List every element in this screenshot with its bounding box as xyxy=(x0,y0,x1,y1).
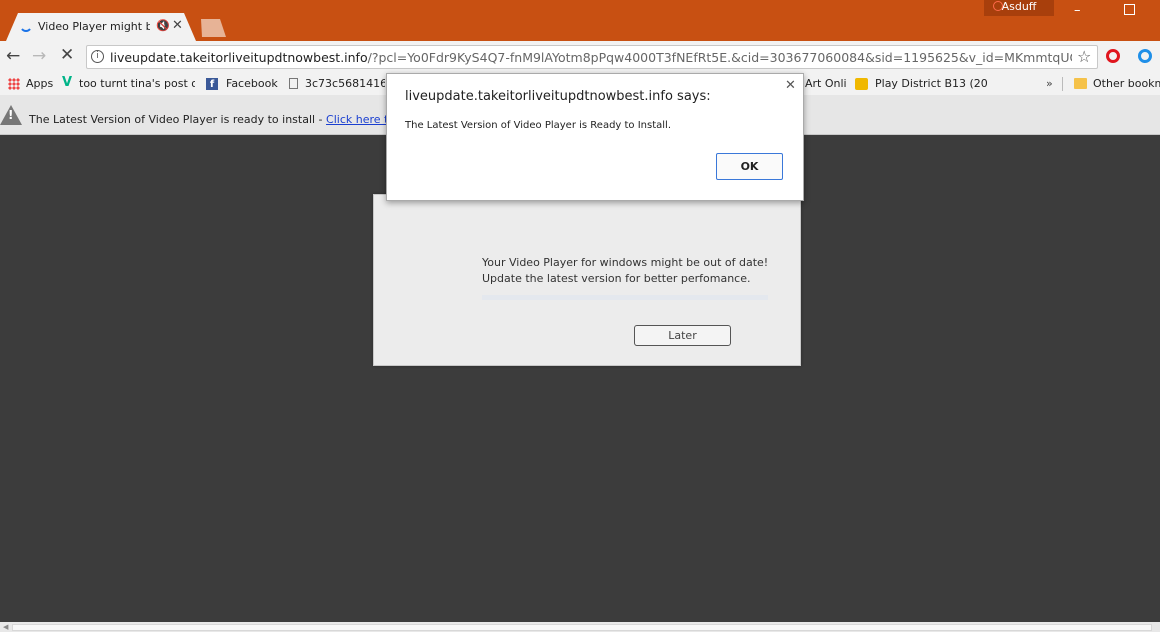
scroll-left-arrow-icon[interactable]: ◀ xyxy=(3,623,8,631)
alert-title: liveupdate.takeitorliveitupdtnowbest.inf… xyxy=(405,89,711,104)
opera-extension-icon[interactable] xyxy=(1106,49,1120,63)
bookmark-facebook[interactable]: Facebook xyxy=(226,77,278,90)
profile-icon xyxy=(993,1,1003,11)
tab-close-icon[interactable]: ✕ xyxy=(172,18,183,33)
bookmarks-separator xyxy=(1062,77,1063,91)
back-button[interactable]: ← xyxy=(6,46,20,66)
play-district-icon xyxy=(855,78,868,90)
vine-icon: V xyxy=(62,75,73,90)
panel-message-line2: Update the latest version for better per… xyxy=(482,272,751,285)
minimize-icon[interactable]: – xyxy=(1074,3,1081,18)
stop-loading-button[interactable]: ✕ xyxy=(60,45,74,65)
page-icon xyxy=(289,78,298,89)
apps-grid-icon xyxy=(8,78,20,90)
alert-close-icon[interactable]: ✕ xyxy=(785,78,796,93)
warning-exclamation: ! xyxy=(8,108,14,122)
bookmarks-overflow-chevron-icon[interactable]: » xyxy=(1046,77,1053,90)
folder-icon xyxy=(1074,78,1087,89)
bookmark-page[interactable]: 3c73c5681416991 xyxy=(305,77,385,90)
maximize-icon[interactable] xyxy=(1124,4,1135,15)
bookmark-other[interactable]: Other bookm xyxy=(1093,77,1160,90)
bookmark-star-icon[interactable]: ☆ xyxy=(1077,47,1091,66)
url-host: liveupdate.takeitorliveitupdtnowbest.inf… xyxy=(110,50,368,65)
notification-message: The Latest Version of Video Player is re… xyxy=(29,113,327,126)
site-info-icon[interactable]: i xyxy=(91,50,104,63)
tab-mute-icon[interactable]: 🔇 xyxy=(156,19,170,32)
later-button[interactable]: Later xyxy=(634,325,731,346)
url-path: /?pcl=Yo0Fdr9KyS4Q7-fnM9lAYotm8pPqw4000T… xyxy=(367,50,1072,65)
forward-button[interactable]: → xyxy=(32,46,46,66)
bookmark-apps[interactable]: Apps xyxy=(26,77,53,90)
tab-title: Video Player might be xyxy=(38,20,150,33)
facebook-icon: f xyxy=(206,78,218,90)
bookmark-art[interactable]: Art Onli xyxy=(805,77,847,90)
loading-spinner-icon xyxy=(21,28,31,32)
update-progress-bar xyxy=(482,295,768,300)
alert-message: The Latest Version of Video Player is Re… xyxy=(405,120,672,131)
url-text[interactable]: liveupdate.takeitorliveitupdtnowbest.inf… xyxy=(110,50,1072,65)
ok-button[interactable]: OK xyxy=(716,153,783,180)
bookmark-play-district[interactable]: Play District B13 (2004 xyxy=(875,77,987,90)
bookmark-vine[interactable]: too turnt tina's post o xyxy=(79,77,195,90)
panel-message-line1: Your Video Player for windows might be o… xyxy=(482,256,769,269)
notification-text: The Latest Version of Video Player is re… xyxy=(29,113,406,126)
extension-icon[interactable] xyxy=(1138,49,1152,63)
scrollbar-thumb[interactable] xyxy=(12,624,1152,631)
